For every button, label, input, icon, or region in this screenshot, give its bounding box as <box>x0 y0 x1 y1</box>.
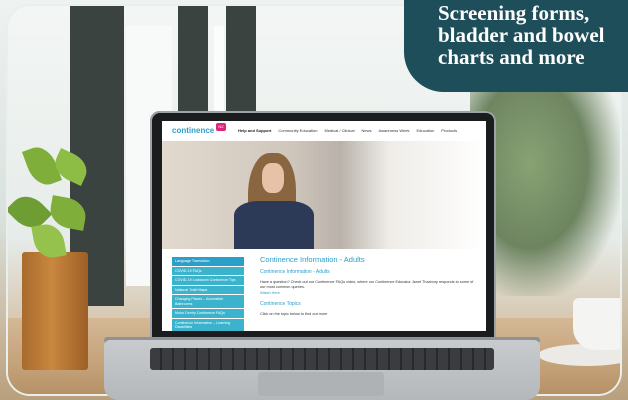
person-face <box>262 163 284 193</box>
logo-badge: NZ <box>216 123 226 131</box>
laptop-keyboard <box>150 348 494 370</box>
page-title: Continence Information - Adults <box>260 255 365 264</box>
section-text: Have a question? Check out our Continenc… <box>260 280 474 289</box>
banner-line: bladder and bowel <box>438 23 605 47</box>
side-menu-item[interactable]: Changing Places – Accessible Bathrooms <box>172 295 244 309</box>
nav-item-education[interactable]: Education <box>417 128 435 133</box>
coffee-cup <box>573 298 620 350</box>
hero-image <box>162 141 486 249</box>
site-logo[interactable]: continence <box>172 126 214 135</box>
photo-background: Screening forms, bladder and bowel chart… <box>0 0 628 400</box>
main-content: Continence Information - Adults Continen… <box>260 255 478 318</box>
watch-here-link[interactable]: Watch Here <box>260 291 478 295</box>
nav-item-news[interactable]: News <box>362 128 372 133</box>
section-text: Click on the topic below to find out mor… <box>260 312 328 316</box>
laptop-trackpad <box>258 372 384 396</box>
nav-item-help-and-support[interactable]: Help and Support <box>238 128 271 133</box>
nav-menu: Help and Support Community Education Med… <box>238 128 457 133</box>
side-menu: Language Translation COVID-19 FAQs COVID… <box>172 257 244 331</box>
person-clothing <box>234 201 314 249</box>
plant-pot <box>22 252 88 370</box>
site-nav: continence NZ Help and Support Community… <box>162 121 486 142</box>
nav-item-community-education[interactable]: Community Education <box>278 128 317 133</box>
side-menu-item[interactable]: National Toilet Maps <box>172 285 244 295</box>
side-menu-item[interactable]: COVID-19 Lockdown Continence Tips <box>172 276 244 286</box>
side-menu-item[interactable]: Language Translation <box>172 257 244 267</box>
banner-line: charts and more <box>438 45 585 69</box>
section-heading: Continence Topics <box>260 301 301 307</box>
laptop-screen: continence NZ Help and Support Community… <box>162 121 486 331</box>
section-heading: Continence Information - Adults <box>260 269 330 275</box>
nav-item-awareness-week[interactable]: Awareness Week <box>379 128 410 133</box>
banner-line: Screening forms, <box>438 1 590 25</box>
nav-item-products[interactable]: Products <box>441 128 457 133</box>
nav-item-medical-clinical[interactable]: Medical / Clinical <box>324 128 354 133</box>
headline-banner: Screening forms, bladder and bowel chart… <box>404 0 628 92</box>
side-menu-item[interactable]: Continence Information – Learning Disabi… <box>172 318 244 331</box>
side-menu-item[interactable]: COVID-19 FAQs <box>172 266 244 276</box>
side-menu-item[interactable]: Motor Dentry Continence FAQs <box>172 309 244 319</box>
